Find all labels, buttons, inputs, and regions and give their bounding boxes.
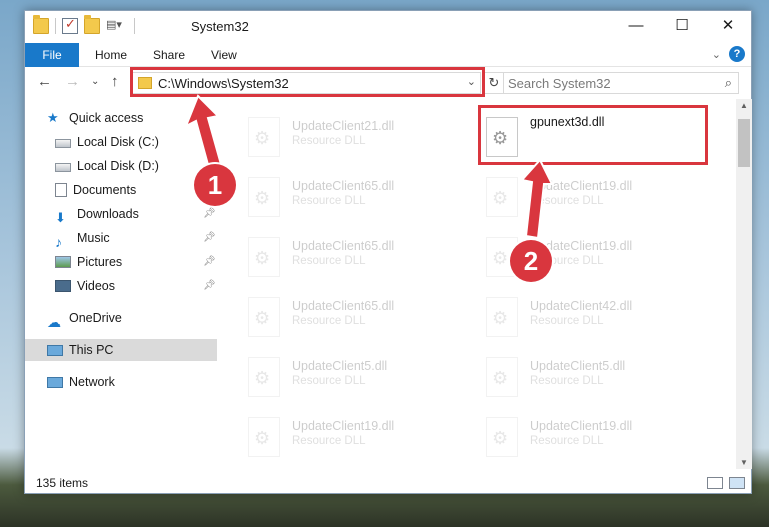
step-1-badge: 1 — [194, 164, 236, 206]
arrow-icon — [184, 94, 224, 174]
annotation-arrows — [184, 94, 554, 240]
arrow-icon — [520, 158, 554, 240]
step-2-badge: 2 — [510, 240, 552, 282]
